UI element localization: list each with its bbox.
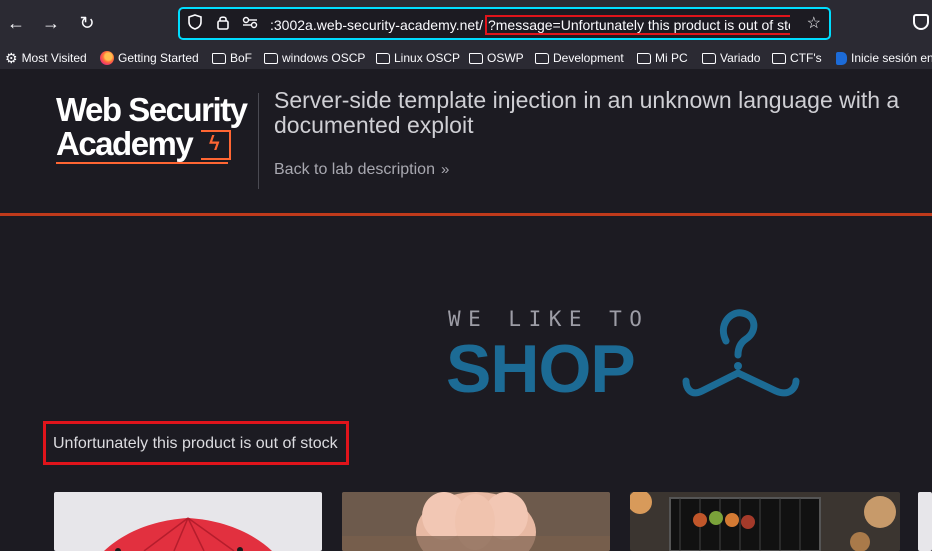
lock-icon[interactable] [213,14,233,34]
pocket-icon[interactable] [913,14,929,30]
product-image [104,517,272,551]
bookmark-bof[interactable]: BoF [212,49,252,67]
bookmark-most-visited[interactable]: ⚙ Most Visited [5,49,87,67]
bookmark-label: Inicie sesión en [851,51,932,65]
bookmark-paypal[interactable]: Inicie sesión en [836,49,932,67]
folder-icon [212,52,226,64]
back-link-label: Back to lab description [274,161,435,178]
bookmark-getting-started[interactable]: Getting Started [100,49,199,67]
hanger-icon [682,309,800,397]
header-divider [258,93,259,189]
url-text[interactable]: :3002a.web-security-academy.net/?message… [270,15,790,35]
bookmark-label: OSWP [487,51,524,65]
folder-icon [264,52,278,64]
bookmark-label: Mi PC [655,51,688,65]
double-chevron-right-icon: » [440,161,450,178]
product-card[interactable] [342,492,610,551]
bookmark-label: windows OSCP [282,51,366,65]
out-of-stock-message: Unfortunately this product is out of sto… [53,435,338,452]
bookmark-label: Most Visited [21,51,87,65]
permissions-icon[interactable] [240,14,260,34]
bookmark-windows-oscp[interactable]: windows OSCP [264,49,365,67]
bookmark-oswp[interactable]: OSWP [469,49,524,67]
product-card[interactable] [918,492,932,551]
product-card[interactable] [54,492,322,551]
shop-tagline: WE LIKE TO [448,307,650,331]
reload-icon[interactable]: ↻ [74,10,100,36]
shield-icon[interactable] [185,14,205,34]
product-image [630,492,900,551]
star-icon[interactable]: ☆ [807,14,821,34]
logo-underline [56,162,228,164]
product-image [342,492,610,551]
bookmark-ctfs[interactable]: CTF's [772,49,822,67]
bookmark-linux-oscp[interactable]: Linux OSCP [376,49,460,67]
bookmark-development[interactable]: Development [535,49,624,67]
lab-title: Server-side template injection in an unk… [274,87,900,138]
page-content: Web Security Academy ϟ Server-side templ… [0,69,932,551]
folder-icon [535,52,549,64]
forward-arrow-icon[interactable]: → [38,10,64,36]
back-to-lab-link[interactable]: Back to lab description » [274,160,449,180]
logo-line2: Academy [56,125,194,162]
folder-icon [702,52,716,64]
logo-line1: Web Security [56,91,248,128]
web-security-academy-logo[interactable]: Web Security Academy ϟ [56,92,256,164]
shop-logo-text: SHOP [446,331,636,407]
folder-icon [637,52,651,64]
product-card[interactable] [630,492,900,551]
firefox-icon [100,51,114,65]
bookmark-label: CTF's [790,51,822,65]
paypal-icon [836,51,847,65]
message-highlight-box: Unfortunately this product is out of sto… [43,421,349,465]
bookmark-label: BoF [230,51,253,65]
address-bar[interactable]: :3002a.web-security-academy.net/?message… [178,7,831,40]
url-query-highlight: ?message=Unfortunately this product is o… [484,15,790,35]
browser-toolbar: ← → ↻ :3002a.web-security-academy.net/?m… [0,0,932,46]
logo-bolt-icon: ϟ [209,133,220,155]
folder-icon [772,52,786,64]
bookmark-label: Development [553,51,624,65]
bookmark-label: Getting Started [118,51,199,65]
bookmark-label: Variado [720,51,761,65]
bookmark-label: Linux OSCP [394,51,461,65]
bookmark-variado[interactable]: Variado [702,49,760,67]
folder-icon [469,52,483,64]
lab-header: Web Security Academy ϟ Server-side templ… [0,69,932,216]
folder-icon [376,52,390,64]
bookmarks-bar: ⚙ Most Visited Getting Started BoF window… [0,46,932,69]
url-host: :3002a.web-security-academy.net/ [270,17,483,33]
gear-icon: ⚙ [5,50,18,66]
bookmark-mi-pc[interactable]: Mi PC [637,49,688,67]
back-arrow-icon[interactable]: ← [3,10,29,36]
